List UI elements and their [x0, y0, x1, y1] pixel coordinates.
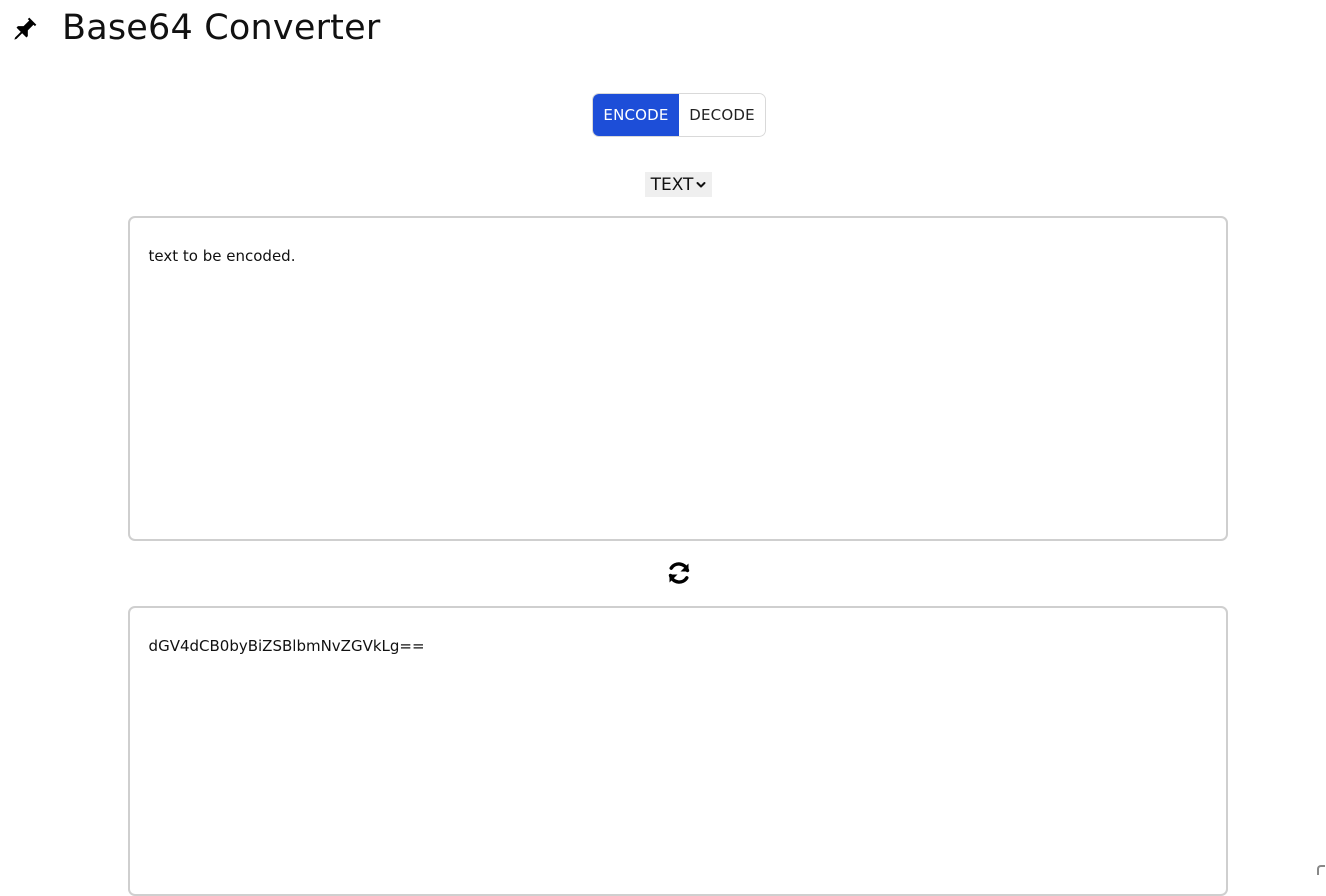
input-textarea[interactable]: text to be encoded.	[128, 216, 1228, 541]
page-header: Base64 Converter	[0, 0, 1326, 60]
format-select[interactable]: TEXT	[645, 172, 712, 197]
chevron-down-icon	[696, 180, 706, 190]
format-select-value: TEXT	[651, 175, 694, 195]
mode-toggle: ENCODE DECODE	[592, 93, 766, 137]
output-text: dGV4dCB0byBiZSBlbmNvZGVkLg==	[149, 637, 425, 655]
resize-handle[interactable]	[1317, 865, 1325, 875]
encode-button[interactable]: ENCODE	[593, 94, 679, 136]
decode-button[interactable]: DECODE	[679, 94, 765, 136]
input-text: text to be encoded.	[149, 247, 296, 265]
refresh-icon[interactable]	[664, 558, 694, 588]
pin-icon	[10, 14, 40, 44]
page-title: Base64 Converter	[62, 6, 380, 50]
output-textarea[interactable]: dGV4dCB0byBiZSBlbmNvZGVkLg==	[128, 606, 1228, 896]
